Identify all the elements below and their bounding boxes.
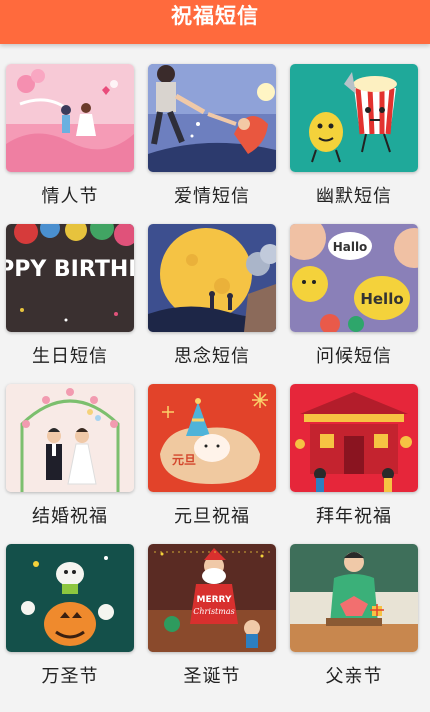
humor-illustration [290,64,418,172]
hallo-art-text: Hallo [333,240,368,254]
category-label: 拜年祝福 [316,506,392,527]
category-card-humor[interactable]: 幽默短信 [290,64,418,208]
love-illustration [148,64,276,172]
category-card-spring-festival[interactable]: 拜年祝福 [290,384,418,528]
category-card-christmas[interactable]: MERRY Christmas 圣诞节 [148,544,276,688]
category-label: 结婚祝福 [32,506,108,527]
category-label: 情人节 [41,186,99,207]
moon-illustration [148,224,276,332]
christmas-art-text: Christmas [193,607,234,616]
category-card-valentine[interactable]: 情人节 [6,64,134,208]
new-year-illustration: 元旦 [148,384,276,492]
category-card-halloween[interactable]: 万圣节 [6,544,134,688]
category-label: 万圣节 [41,666,99,687]
category-label: 思念短信 [174,346,250,367]
hello-art-text: Hello [360,290,403,308]
app-header: 祝福短信 [0,0,430,44]
category-label: 圣诞节 [183,666,241,687]
category-label: 生日短信 [32,346,108,367]
wedding-illustration [6,384,134,492]
spring-festival-illustration [290,384,418,492]
birthday-art-text: HAPPY BIRTHDAY [6,257,134,282]
birthday-illustration: HAPPY BIRTHDAY [6,224,134,332]
category-card-birthday[interactable]: HAPPY BIRTHDAY 生日短信 [6,224,134,368]
category-card-greeting[interactable]: Hallo Hello 问候短信 [290,224,418,368]
category-label: 父亲节 [325,666,383,687]
halloween-illustration [6,544,134,652]
category-card-love[interactable]: 爱情短信 [148,64,276,208]
category-label: 幽默短信 [316,186,392,207]
merry-art-text: MERRY [197,595,232,605]
category-card-wedding[interactable]: 结婚祝福 [6,384,134,528]
category-card-fathers-day[interactable]: 父亲节 [290,544,418,688]
greeting-illustration: Hallo Hello [290,224,418,332]
category-card-new-year[interactable]: 元旦 元旦祝福 [148,384,276,528]
page-title: 祝福短信 [171,4,259,28]
category-label: 问候短信 [316,346,392,367]
category-card-miss[interactable]: 思念短信 [148,224,276,368]
category-label: 元旦祝福 [174,506,250,527]
new-year-art-text: 元旦 [172,453,196,467]
christmas-illustration: MERRY Christmas [148,544,276,652]
category-label: 爱情短信 [174,186,250,207]
fathers-day-illustration [290,544,418,652]
valentine-illustration [6,64,134,172]
